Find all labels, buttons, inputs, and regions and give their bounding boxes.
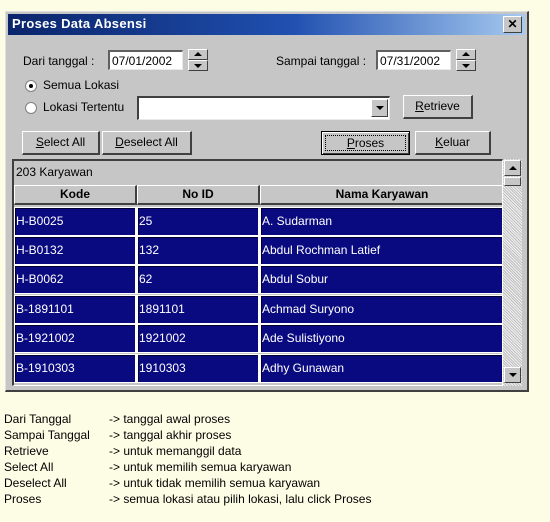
cell-nama[interactable]: Abdul Sobur xyxy=(260,265,502,294)
focus-rectangle: Proses xyxy=(325,135,406,151)
arrow-down-icon xyxy=(194,64,202,68)
legend-key: Deselect All xyxy=(4,476,67,490)
title-bar[interactable]: Proses Data Absensi ✕ xyxy=(8,14,525,35)
cell-kode[interactable]: B-1921002 xyxy=(14,324,137,353)
cell-nama[interactable]: Achmad Suryono xyxy=(260,295,502,324)
arrow-down-icon xyxy=(509,373,517,377)
legend-desc: -> semua lokasi atau pilih lokasi, lalu … xyxy=(109,492,372,506)
from-date-up-button[interactable] xyxy=(188,49,208,60)
radio-lokasi-tertentu[interactable] xyxy=(25,102,37,114)
column-header-kode[interactable]: Kode xyxy=(14,185,137,205)
keluar-button[interactable]: Keluar xyxy=(415,131,491,155)
retrieve-button[interactable]: Retrieve xyxy=(403,95,473,119)
cell-no-id[interactable]: 25 xyxy=(137,207,260,236)
select-all-button[interactable]: Select All xyxy=(22,131,100,155)
proses-button[interactable]: Proses xyxy=(321,131,410,155)
table-row[interactable]: H-B0132 132 Abdul Rochman Latief xyxy=(14,236,502,266)
legend-key: Dari Tanggal xyxy=(4,412,72,426)
from-date-down-button[interactable] xyxy=(188,60,208,71)
table-row[interactable]: B-1910303 1910303 Adhy Gunawan xyxy=(14,354,502,384)
legend-key: Sampai Tanggal xyxy=(4,428,90,442)
vertical-scrollbar[interactable] xyxy=(503,159,522,386)
select-all-mnemonic: S xyxy=(35,135,44,149)
cell-kode[interactable]: H-B0025 xyxy=(14,207,137,236)
deselect-all-button[interactable]: Deselect All xyxy=(102,131,192,155)
legend-desc: -> untuk memanggil data xyxy=(109,444,242,458)
scroll-thumb[interactable] xyxy=(504,177,521,186)
close-icon: ✕ xyxy=(507,17,518,31)
proses-label: roses xyxy=(354,136,385,150)
cell-nama[interactable]: Adhy Gunawan xyxy=(260,354,502,383)
keluar-label: eluar xyxy=(443,135,470,149)
from-date-spinner[interactable] xyxy=(188,49,208,71)
keluar-mnemonic: K xyxy=(435,135,444,149)
arrow-up-icon xyxy=(194,52,202,56)
close-button[interactable]: ✕ xyxy=(503,16,522,33)
deselect-all-label: eselect All xyxy=(123,135,178,149)
column-header-no-id[interactable]: No ID xyxy=(137,185,260,205)
legend-key: Select All xyxy=(4,460,54,474)
cell-kode[interactable]: B-1891101 xyxy=(14,295,137,324)
legend-desc: -> untuk tidak memilih semua karyawan xyxy=(109,476,321,490)
cell-no-id[interactable]: 1891101 xyxy=(137,295,260,324)
arrow-down-icon xyxy=(462,64,470,68)
radio-semua-lokasi[interactable] xyxy=(25,80,37,92)
proses-mnemonic: P xyxy=(346,136,355,150)
location-combobox[interactable] xyxy=(137,96,390,120)
radio-checked-dot xyxy=(29,84,33,88)
cell-kode[interactable]: H-B0062 xyxy=(14,265,137,294)
to-date-up-button[interactable] xyxy=(456,49,476,60)
arrow-up-icon xyxy=(462,52,470,56)
employee-grid[interactable]: 203 Karyawan Kode No ID Nama Karyawan H-… xyxy=(12,159,503,386)
from-date-label: Dari tanggal : xyxy=(23,54,95,68)
window-title: Proses Data Absensi xyxy=(12,16,147,31)
to-date-label: Sampai tanggal : xyxy=(276,54,367,68)
radio-semua-lokasi-label[interactable]: Semua Lokasi xyxy=(43,78,119,92)
select-all-label: elect All xyxy=(43,135,86,149)
from-date-input[interactable]: 07/01/2002 xyxy=(108,50,183,70)
legend-key: Retrieve xyxy=(4,444,49,458)
column-header-nama[interactable]: Nama Karyawan xyxy=(260,185,502,205)
table-row[interactable]: H-B0062 62 Abdul Sobur xyxy=(14,265,502,295)
proses-data-absensi-dialog: Proses Data Absensi ✕ Dari tanggal : 07/… xyxy=(5,11,529,392)
to-date-input[interactable]: 07/31/2002 xyxy=(376,50,451,70)
retrieve-label: etrieve xyxy=(423,99,460,113)
location-dropdown-button[interactable] xyxy=(371,99,388,117)
cell-no-id[interactable]: 1910303 xyxy=(137,354,260,383)
to-date-down-button[interactable] xyxy=(456,60,476,71)
radio-lokasi-tertentu-label[interactable]: Lokasi Tertentu xyxy=(43,100,124,114)
scroll-up-button[interactable] xyxy=(504,160,521,176)
table-row[interactable]: H-B0025 25 A. Sudarman xyxy=(14,207,502,237)
employee-count: 203 Karyawan xyxy=(16,165,93,179)
arrow-up-icon xyxy=(509,166,517,170)
scroll-down-button[interactable] xyxy=(504,367,521,383)
legend-desc: -> untuk memilih semua karyawan xyxy=(109,460,292,474)
cell-nama[interactable]: A. Sudarman xyxy=(260,207,502,236)
cell-no-id[interactable]: 62 xyxy=(137,265,260,294)
table-row[interactable]: B-1891101 1891101 Achmad Suryono xyxy=(14,295,502,325)
cell-nama[interactable]: Ade Sulistiyono xyxy=(260,324,502,353)
cell-nama[interactable]: Abdul Rochman Latief xyxy=(260,236,502,265)
cell-no-id[interactable]: 132 xyxy=(137,236,260,265)
cell-kode[interactable]: B-1910303 xyxy=(14,354,137,383)
legend-desc: -> tanggal akhir proses xyxy=(109,428,232,442)
table-row[interactable]: B-1921002 1921002 Ade Sulistiyono xyxy=(14,324,502,354)
cell-no-id[interactable]: 1921002 xyxy=(137,324,260,353)
retrieve-mnemonic: R xyxy=(415,99,424,113)
cell-kode[interactable]: H-B0132 xyxy=(14,236,137,265)
to-date-spinner[interactable] xyxy=(456,49,476,71)
deselect-all-mnemonic: D xyxy=(115,135,124,149)
legend-key: Proses xyxy=(4,492,42,506)
chevron-down-icon xyxy=(376,106,384,110)
legend-desc: -> tanggal awal proses xyxy=(109,412,231,426)
